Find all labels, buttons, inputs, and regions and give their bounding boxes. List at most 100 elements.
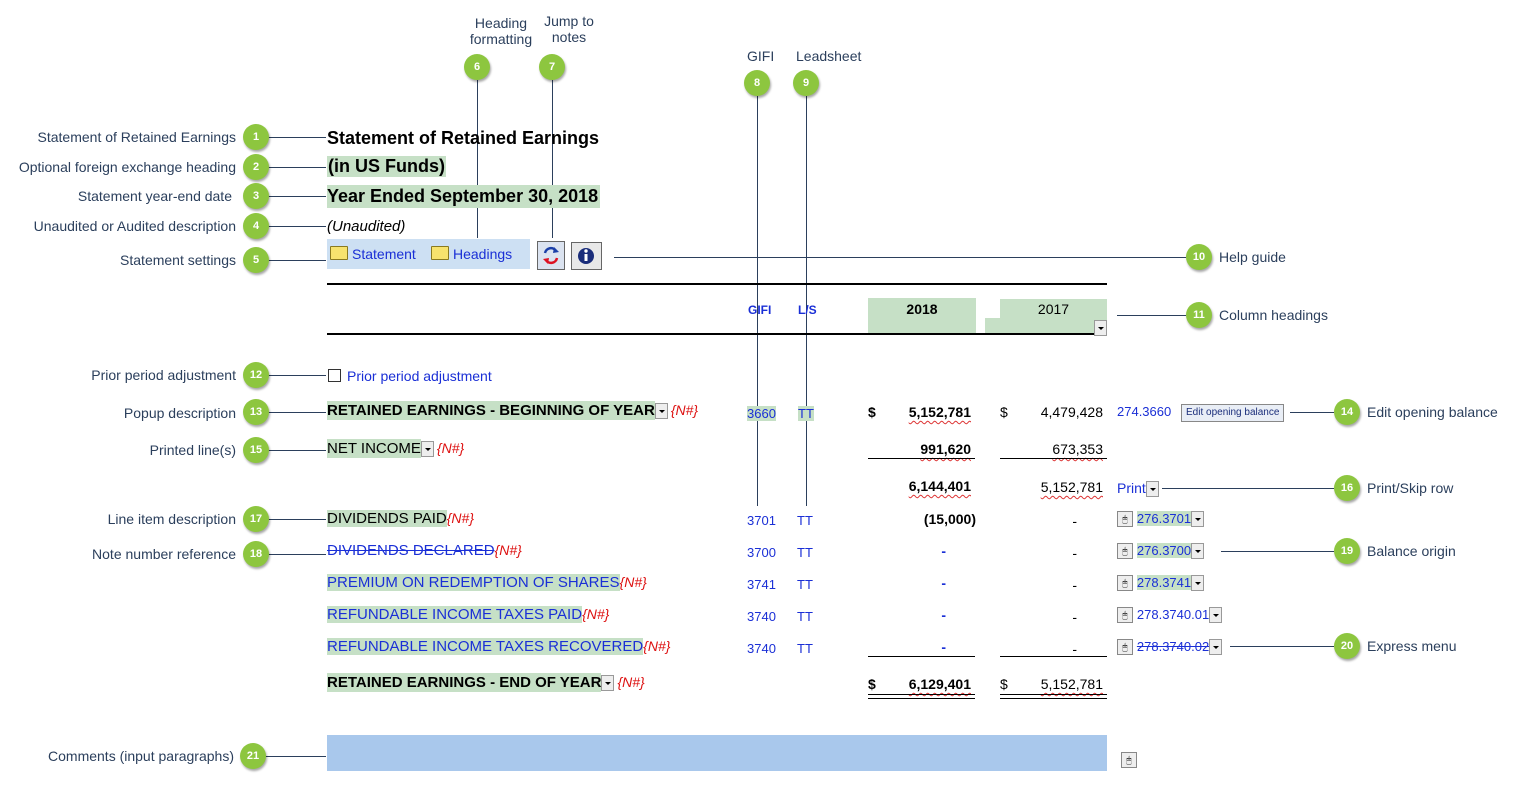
refundable-recovered-2018-value[interactable]: - — [941, 639, 946, 655]
balance-origin-link[interactable]: 278.3740.02 — [1137, 639, 1209, 654]
callout-badge-6: 6 — [464, 54, 490, 80]
express-menu-dropdown[interactable] — [1191, 543, 1205, 560]
callout-badge-15: 15 — [243, 437, 269, 463]
net-income-2017-value[interactable]: 673,353 — [1052, 441, 1103, 457]
net-income-2018-value[interactable]: 991,620 — [920, 441, 971, 457]
callout-label-4: Unaudited or Audited description — [33, 218, 236, 234]
refundable-paid-2018-value[interactable]: - — [941, 607, 946, 623]
net-income-description[interactable]: NET INCOME — [327, 439, 421, 458]
balance-origin-link[interactable]: 278.3741 — [1136, 575, 1192, 590]
column-header-2017-cell[interactable]: 2017 — [1000, 299, 1107, 318]
balance-origin-link[interactable]: 278.3740.01 — [1137, 607, 1209, 622]
callout-label-17: Line item description — [107, 511, 236, 527]
mouse-icon[interactable]: 🖱 — [1117, 543, 1133, 560]
statement-settings-link[interactable]: Statement — [330, 246, 416, 262]
callout-label-6: Heading formatting — [469, 15, 533, 47]
leadsheet-code[interactable]: TT — [797, 545, 813, 560]
callout-label-12: Prior period adjustment — [91, 367, 236, 383]
popup-description-dropdown[interactable] — [654, 403, 668, 420]
dividends-paid-2017-value[interactable]: - — [1072, 513, 1077, 529]
note-ref[interactable]: {N#} — [643, 638, 670, 654]
refundable-recovered-description[interactable]: REFUNDABLE INCOME TAXES RECOVERED — [327, 638, 644, 655]
balance-origin-link[interactable]: 276.3700 — [1136, 543, 1192, 558]
mouse-icon[interactable]: 🖱 — [1121, 752, 1137, 768]
note-ref[interactable]: {N#} — [582, 606, 609, 622]
gifi-code[interactable]: 3701 — [747, 513, 776, 528]
gifi-code[interactable]: 3741 — [747, 577, 776, 592]
note-ref[interactable]: {N#} — [495, 542, 522, 558]
refundable-paid-2017-value[interactable]: - — [1072, 609, 1077, 625]
dividends-paid-2018-value[interactable]: (15,000) — [924, 511, 976, 527]
leadsheet-code[interactable]: TT — [798, 406, 814, 421]
note-ref[interactable]: {N#} — [620, 574, 647, 590]
gifi-code[interactable]: 3700 — [747, 545, 776, 560]
callout-label-2: Optional foreign exchange heading — [18, 159, 236, 175]
help-guide-button[interactable] — [571, 242, 602, 270]
dividends-declared-2018-value[interactable]: - — [941, 543, 946, 559]
express-menu-dropdown[interactable] — [1191, 575, 1205, 592]
callout-label-11: Column headings — [1219, 307, 1328, 323]
beginning-description[interactable]: RETAINED EARNINGS - BEGINNING OF YEAR — [327, 401, 655, 420]
leadsheet-code[interactable]: TT — [797, 577, 813, 592]
express-menu-dropdown[interactable] — [1209, 607, 1223, 624]
callout-label-13: Popup description — [123, 405, 236, 421]
subtotal-2018-value[interactable]: 6,144,401 — [909, 478, 971, 494]
dividends-declared-2017-value[interactable]: - — [1072, 545, 1077, 561]
column-header-2018-cell[interactable]: 2018 — [868, 298, 976, 333]
audit-description[interactable]: (Unaudited) — [327, 218, 405, 235]
comments-input[interactable] — [327, 735, 1107, 771]
ending-2018-value[interactable]: 6,129,401 — [909, 676, 971, 692]
ending-description[interactable]: RETAINED EARNINGS - END OF YEAR — [327, 673, 602, 692]
mouse-icon[interactable]: 🖱 — [1117, 607, 1133, 624]
leadsheet-code[interactable]: TT — [797, 513, 813, 528]
beginning-2017-value[interactable]: 4,479,428 — [1041, 404, 1103, 420]
callout-label-16: Print/Skip row — [1367, 480, 1454, 496]
gifi-code[interactable]: 3660 — [747, 406, 776, 421]
statement-title[interactable]: Statement of Retained Earnings — [327, 128, 599, 149]
popup-description-dropdown[interactable] — [601, 675, 615, 692]
premium-2017-value[interactable]: - — [1072, 577, 1077, 593]
prior-period-checkbox[interactable] — [328, 369, 341, 382]
print-skip-control[interactable]: Print — [1117, 480, 1159, 498]
gifi-code[interactable]: 3740 — [747, 609, 776, 624]
column-header-2017: 2017 — [1037, 301, 1070, 317]
print-skip-dropdown[interactable] — [1145, 481, 1159, 498]
refundable-recovered-2017-value[interactable]: - — [1072, 641, 1077, 657]
ending-2017-value[interactable]: 5,152,781 — [1041, 676, 1103, 692]
mouse-icon[interactable]: 🖱 — [1117, 639, 1133, 656]
note-ref[interactable]: {N#} — [437, 440, 464, 456]
refresh-arrows-icon — [543, 246, 559, 265]
callout-badge-17: 17 — [243, 506, 269, 532]
balance-origin-link[interactable]: 274.3660 — [1117, 404, 1171, 419]
leadsheet-code[interactable]: TT — [797, 641, 813, 656]
currency-heading[interactable]: (in US Funds) — [327, 156, 446, 177]
beginning-2018-value[interactable]: 5,152,781 — [909, 404, 971, 420]
callout-badge-3: 3 — [243, 183, 269, 209]
balance-origin-link[interactable]: 276.3701 — [1136, 511, 1192, 526]
printed-lines-dropdown[interactable] — [420, 441, 434, 458]
premium-description[interactable]: PREMIUM ON REDEMPTION OF SHARES — [327, 574, 620, 591]
subtotal-2017-value[interactable]: 5,152,781 — [1041, 479, 1103, 495]
callout-badge-13: 13 — [243, 399, 269, 425]
refundable-paid-description[interactable]: REFUNDABLE INCOME TAXES PAID — [327, 606, 583, 623]
headings-settings-link[interactable]: Headings — [431, 246, 512, 262]
column-options-dropdown[interactable] — [1094, 320, 1107, 337]
jump-to-notes-button[interactable] — [537, 241, 565, 270]
express-menu-dropdown[interactable] — [1209, 639, 1223, 656]
premium-2018-value[interactable]: - — [941, 575, 946, 591]
edit-opening-balance-button[interactable]: Edit opening balance — [1181, 404, 1285, 422]
leadsheet-code[interactable]: TT — [797, 609, 813, 624]
callout-label-7: Jump to notes — [544, 13, 594, 45]
note-ref[interactable]: {N#} — [447, 510, 474, 526]
mouse-icon[interactable]: 🖱 — [1117, 575, 1133, 592]
gifi-code[interactable]: 3740 — [747, 641, 776, 656]
dividends-declared-description[interactable]: DIVIDENDS DECLARED — [327, 542, 495, 559]
callout-badge-21: 21 — [240, 743, 266, 769]
column-header-gifi: GIFI — [748, 303, 772, 317]
mouse-icon[interactable]: 🖱 — [1117, 511, 1133, 528]
year-end-heading[interactable]: Year Ended September 30, 2018 — [327, 185, 601, 208]
note-ref[interactable]: {N#} — [617, 674, 644, 690]
dividends-paid-description[interactable]: DIVIDENDS PAID — [327, 510, 447, 527]
note-ref[interactable]: {N#} — [671, 402, 698, 418]
express-menu-dropdown[interactable] — [1191, 511, 1205, 528]
